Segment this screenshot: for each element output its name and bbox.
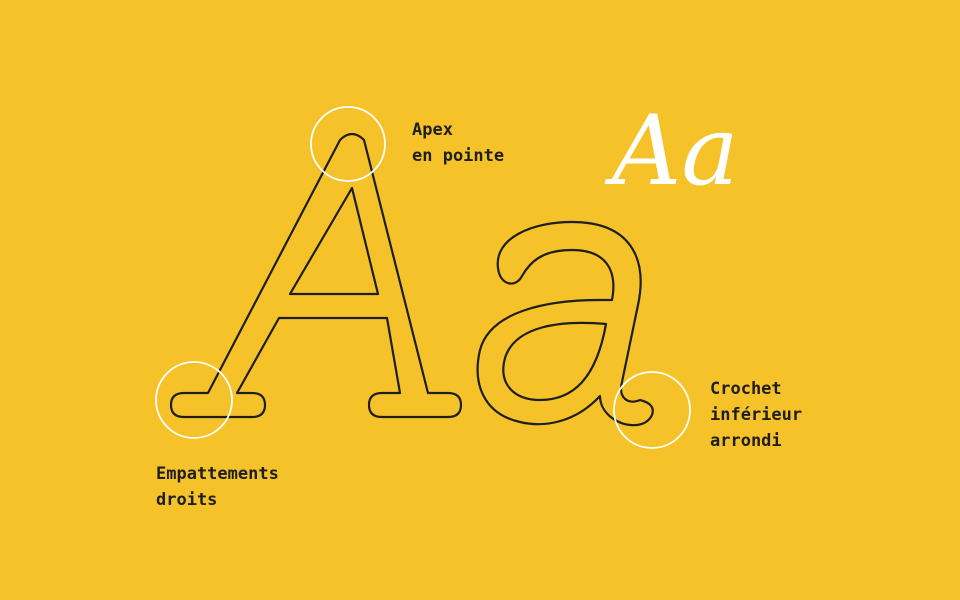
outlined-lowercase-a (476, 220, 654, 427)
apex-annotation: Apex en pointe (412, 117, 504, 169)
outlined-capital-a (169, 132, 463, 419)
hook-annotation-line: inférieur (710, 405, 803, 425)
serif-annotation-line: Empattements (156, 464, 279, 484)
sample-glyphs: Aa (612, 95, 739, 207)
hook-annotation-line: Crochet (710, 379, 782, 399)
apex-annotation-line: Apex (412, 120, 453, 140)
apex-highlight-circle (310, 106, 386, 182)
serif-annotation: Empattements droits (156, 461, 279, 513)
apex-annotation-line: en pointe (412, 146, 505, 166)
hook-annotation-line: arrondi (710, 431, 782, 451)
serif-annotation-line: droits (156, 490, 218, 510)
hook-annotation: Crochet inférieur arrondi (710, 376, 802, 454)
glyph-illustration (155, 106, 691, 449)
serif-highlight-circle (155, 361, 233, 439)
